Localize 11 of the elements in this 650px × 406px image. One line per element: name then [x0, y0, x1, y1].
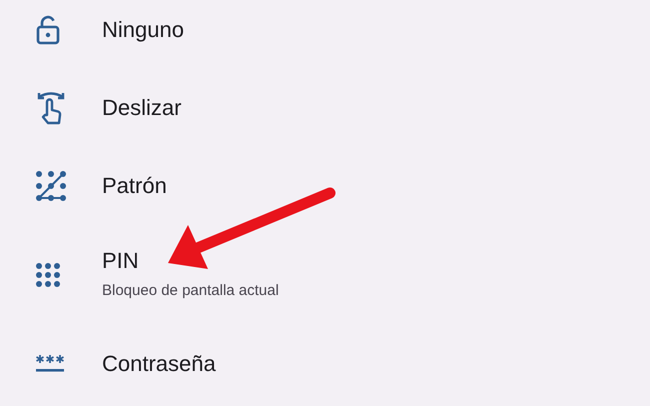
keypad-icon: [36, 263, 60, 287]
option-title[interactable]: PIN: [102, 248, 279, 274]
pattern-icon: [36, 171, 66, 201]
option-title[interactable]: Contraseña: [102, 350, 216, 378]
padlock-icon: [36, 15, 60, 45]
option-title[interactable]: Deslizar: [102, 94, 182, 122]
option-title[interactable]: Ninguno: [102, 16, 184, 44]
swipe-hand-icon: [36, 91, 66, 125]
option-title[interactable]: Patrón: [102, 172, 167, 200]
option-subtitle: Bloqueo de pantalla actual: [102, 280, 279, 301]
password-icon: [36, 354, 64, 374]
